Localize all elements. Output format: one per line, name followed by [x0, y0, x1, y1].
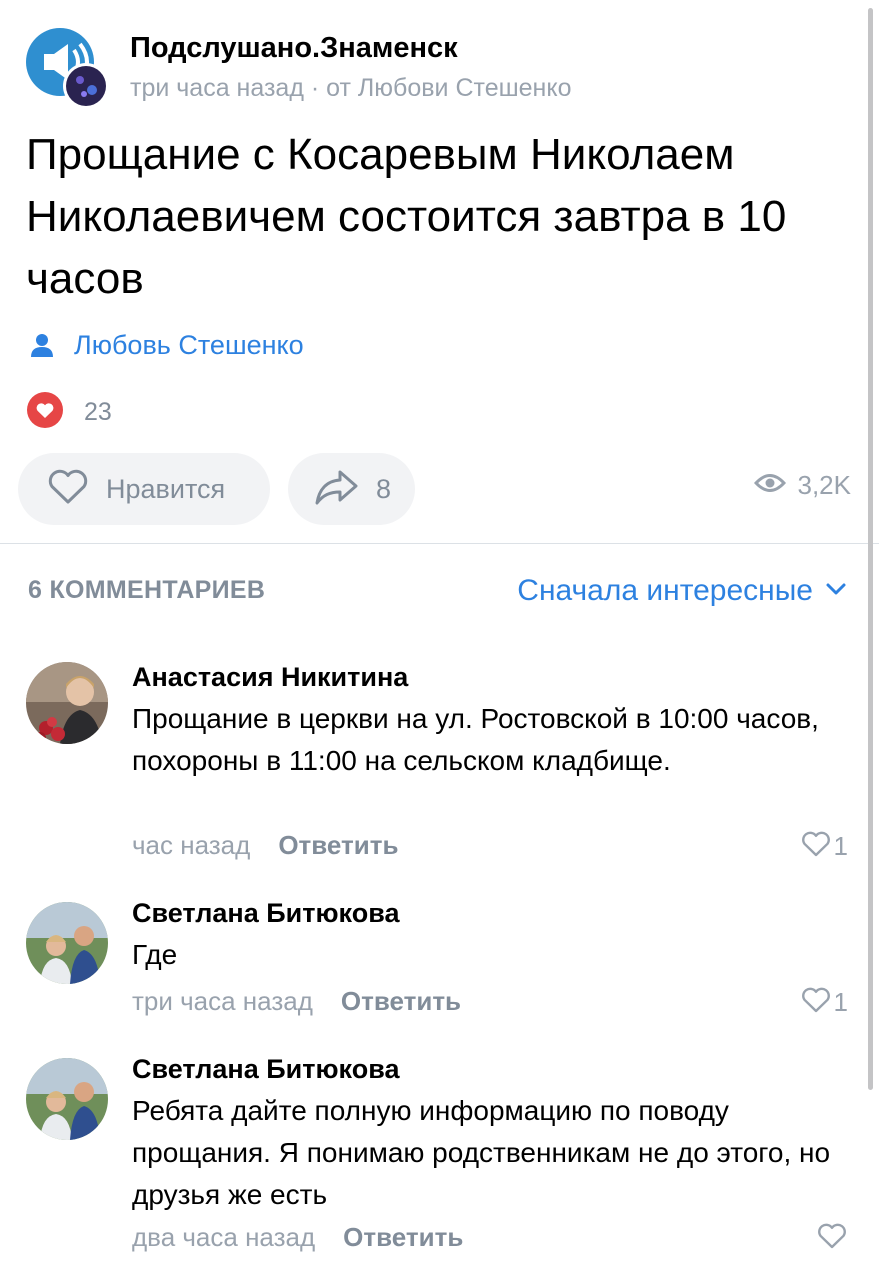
comment-footer: час назад Ответить	[132, 830, 398, 861]
comment-text: Прощание в церкви на ул. Ростовской в 10…	[132, 703, 819, 776]
like-button[interactable]: Нравится	[18, 453, 270, 525]
comments-count-label: 6 КОММЕНТАРИЕВ	[28, 576, 266, 604]
chevron-down-icon	[825, 582, 847, 601]
post-header: Подслушано.Знаменск три часа назад · от …	[26, 26, 846, 109]
avatar[interactable]	[26, 902, 108, 984]
eye-icon	[753, 472, 786, 499]
person-icon	[28, 330, 58, 360]
avatar[interactable]	[26, 1058, 108, 1140]
comment-author[interactable]: Анастасия Никитина	[132, 662, 408, 693]
reply-button[interactable]: Ответить	[278, 830, 398, 861]
comment-text: Ребята дайте полную информацию по поводу…	[132, 1095, 831, 1210]
post-meta: три часа назад · от Любови Стешенко	[130, 74, 572, 102]
reply-button[interactable]: Ответить	[343, 1222, 463, 1253]
share-button[interactable]: 8	[288, 453, 415, 525]
heart-outline-icon	[46, 468, 90, 511]
like-label: Нравится	[106, 473, 226, 504]
share-arrow-icon	[314, 468, 360, 511]
share-count: 8	[376, 473, 392, 504]
comment-time: три часа назад	[132, 986, 313, 1016]
comment-like-count: 1	[833, 987, 848, 1017]
comment-author[interactable]: Светлана Битюкова	[132, 1054, 399, 1085]
comment-footer: три часа назад Ответить	[132, 986, 461, 1017]
comment-text: Где	[132, 939, 178, 970]
comment-time: два часа назад	[132, 1222, 316, 1252]
reply-button[interactable]: Ответить	[341, 986, 461, 1017]
views-count: 3,2K	[797, 470, 852, 500]
post-author-link[interactable]: Любовь Стешенко	[28, 328, 304, 362]
comments-sort-dropdown[interactable]: Сначала интересные	[517, 574, 847, 608]
sort-label: Сначала интересные	[517, 574, 813, 607]
post-text: Прощание с Косаревым Николаем Николаевич…	[26, 130, 787, 303]
comment-like-button[interactable]: 1	[800, 986, 848, 1019]
heart-reaction-icon	[26, 391, 64, 434]
comment-time: час назад	[132, 830, 251, 860]
comment-like-button[interactable]	[816, 1222, 848, 1255]
heart-outline-icon	[800, 830, 832, 863]
group-name[interactable]: Подслушано.Знаменск	[130, 32, 458, 65]
group-avatar[interactable]	[26, 28, 109, 110]
comment-item: Анастасия Никитина Прощание в церкви на …	[26, 662, 848, 862]
comment-item: Светлана Битюкова Где три часа назад Отв…	[26, 898, 848, 1018]
author-name: Любовь Стешенко	[74, 329, 304, 360]
divider	[0, 543, 879, 544]
reactions-count: 23	[84, 397, 112, 426]
comment-author[interactable]: Светлана Битюкова	[132, 898, 399, 929]
comment-item: Светлана Битюкова Ребята дайте полную ин…	[26, 1054, 848, 1264]
views-counter: 3,2K	[753, 470, 852, 501]
avatar[interactable]	[26, 662, 108, 744]
reactions-summary[interactable]: 23	[26, 391, 112, 434]
comment-footer: два часа назад Ответить	[132, 1222, 463, 1253]
heart-outline-icon	[800, 986, 832, 1019]
comment-like-button[interactable]: 1	[800, 830, 848, 863]
heart-outline-icon	[816, 1222, 848, 1255]
comment-like-count: 1	[833, 831, 848, 861]
scrollbar[interactable]	[868, 8, 873, 1090]
